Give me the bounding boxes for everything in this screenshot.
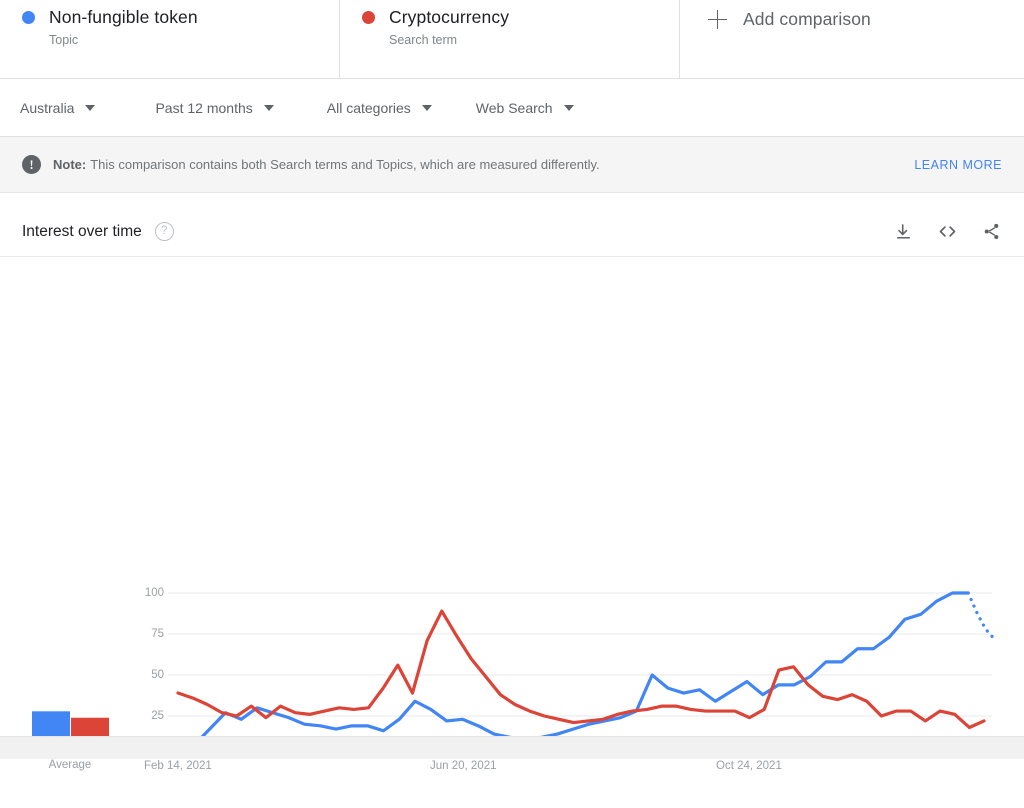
filter-time-range[interactable]: Past 12 months xyxy=(155,99,274,116)
page-bottom-strip xyxy=(0,736,1024,759)
filter-location-label: Australia xyxy=(20,99,75,116)
series-line-1 xyxy=(176,609,986,730)
term-header-0: Non-fungible token xyxy=(22,6,339,28)
note-banner: ! Note: This comparison contains both Se… xyxy=(0,137,1024,193)
chevron-down-icon xyxy=(563,104,574,111)
filter-category[interactable]: All categories xyxy=(327,100,432,116)
note-text: This comparison contains both Search ter… xyxy=(90,157,600,172)
add-comparison-cell[interactable]: Add comparison xyxy=(680,0,1024,78)
chevron-down-icon xyxy=(85,104,96,111)
card-header: Interest over time ? xyxy=(0,207,1024,257)
plus-icon xyxy=(708,10,727,29)
term-color-dot-blue xyxy=(22,10,35,24)
embed-code-icon[interactable] xyxy=(936,221,958,243)
series-partial-line-0 xyxy=(966,591,996,641)
add-comparison-button[interactable]: Add comparison xyxy=(708,9,871,30)
term-header-1: Cryptocurrency xyxy=(362,6,679,28)
term-card-1[interactable]: Cryptocurrency Search term xyxy=(340,0,680,78)
filter-bar: Australia Past 12 months All categories … xyxy=(0,79,1024,137)
download-icon[interactable] xyxy=(892,221,914,243)
exclamation-icon: ! xyxy=(22,155,41,174)
add-comparison-label: Add comparison xyxy=(743,9,871,29)
card-actions xyxy=(892,221,1002,243)
share-icon[interactable] xyxy=(980,221,1002,243)
chart-plot-area: 100 75 50 25 Feb 14, 2021 Jun 20, 2021 O… xyxy=(0,257,1024,772)
search-terms-bar: Non-fungible token Topic Cryptocurrency … xyxy=(0,0,1024,79)
note-label: Note: xyxy=(53,157,87,172)
term-name-1: Cryptocurrency xyxy=(389,7,510,27)
trends-line-chart[interactable] xyxy=(0,257,1024,808)
term-type-1: Search term xyxy=(389,33,458,47)
question-mark-icon[interactable]: ? xyxy=(154,222,174,241)
page-title: Interest over time xyxy=(22,222,142,240)
term-type-0: Topic xyxy=(49,33,79,47)
term-name-0: Non-fungible token xyxy=(49,7,198,27)
filter-time-range-label: Past 12 months xyxy=(155,99,253,116)
filter-search-type-label: Web Search xyxy=(475,99,553,116)
learn-more-link[interactable]: LEARN MORE xyxy=(914,158,1002,172)
chevron-down-icon xyxy=(421,104,432,111)
chevron-down-icon xyxy=(263,104,274,111)
term-color-dot-red xyxy=(362,10,375,24)
filter-category-label: All categories xyxy=(326,99,411,116)
filter-search-type[interactable]: Web Search xyxy=(476,100,574,116)
term-card-0[interactable]: Non-fungible token Topic xyxy=(0,0,340,78)
interest-over-time-card: Interest over time ? 100 75 50 25 Feb 14… xyxy=(0,207,1024,772)
filter-location[interactable]: Australia xyxy=(20,99,96,116)
